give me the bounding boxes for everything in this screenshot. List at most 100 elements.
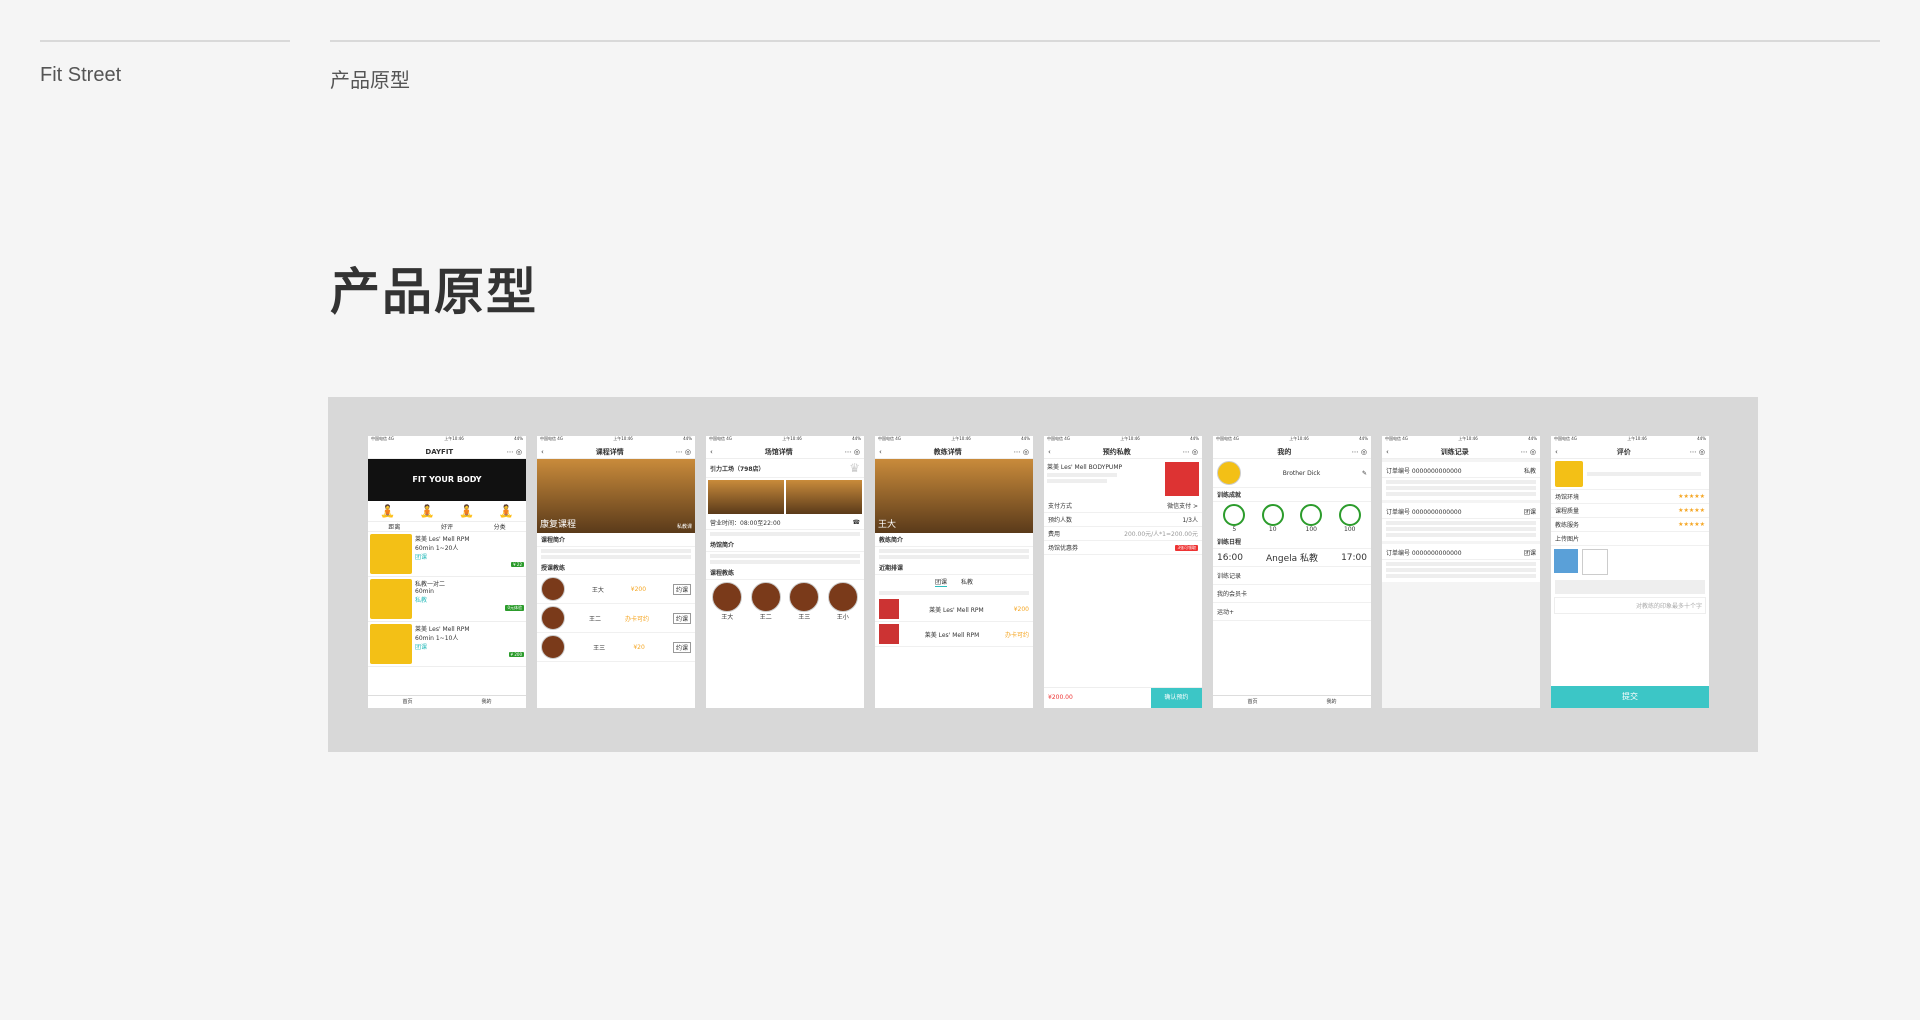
- edit-icon[interactable]: ✎: [1362, 470, 1367, 477]
- back-icon[interactable]: ‹: [1555, 448, 1558, 456]
- banner[interactable]: FIT YOUR BODY: [368, 459, 526, 501]
- phone-icon[interactable]: ☎: [853, 519, 860, 526]
- back-icon[interactable]: ‹: [879, 448, 882, 456]
- checkout-bar: ¥200.00 确认预约: [1044, 687, 1202, 708]
- uploaded-photo[interactable]: [1554, 549, 1578, 573]
- form-row: 费用 200.00元/人*1=200.00元: [1044, 527, 1202, 541]
- form-row[interactable]: 支付方式 微信支付 >: [1044, 499, 1202, 513]
- tab-group[interactable]: 团课: [934, 577, 947, 587]
- tab-category[interactable]: 分类: [473, 522, 526, 531]
- list-item[interactable]: 私教一对二 60min 私教 0元体验: [368, 577, 526, 622]
- back-icon[interactable]: ‹: [710, 448, 713, 456]
- yoga-icon[interactable]: 🧘: [420, 504, 435, 518]
- course-tag: 团课: [415, 644, 428, 651]
- phone-review: 中国电信 4G 上午10:46 44% ‹ 评价 ⋯ ◎ 场馆环境 ★★★★★ 课程质量 ★…: [1551, 436, 1709, 708]
- tab-mine[interactable]: 我的: [1292, 696, 1371, 708]
- nav-title: 我的: [1277, 447, 1292, 456]
- tab-home[interactable]: 首页: [368, 696, 447, 708]
- star-rating[interactable]: ★★★★★: [1678, 507, 1705, 514]
- order-card[interactable]: 订单编号 0000000000000 私教: [1382, 462, 1540, 500]
- book-button[interactable]: 约课: [672, 641, 691, 653]
- list-item[interactable]: 莱美 Les' Mell RPM 60min 1~20人 团课 ¥ 22: [368, 532, 526, 577]
- nav-bar: DAYFIT ⋯ ◎: [368, 445, 526, 459]
- status-bar: 中国电信 4G 上午10:46 44%: [1216, 436, 1368, 441]
- venue-photo[interactable]: [708, 480, 784, 514]
- more-icon[interactable]: ⋯ ◎: [1690, 448, 1705, 456]
- yoga-icon[interactable]: 🧘: [459, 504, 474, 518]
- schedule-item[interactable]: 莱美 Les' Mell RPM 办卡可约: [875, 622, 1033, 647]
- more-icon[interactable]: ⋯ ◎: [1014, 448, 1029, 456]
- tab-rating[interactable]: 好评: [421, 522, 474, 531]
- schedule-item[interactable]: 莱美 Les' Mell RPM ¥200: [875, 597, 1033, 622]
- order-card[interactable]: 订单编号 0000000000000 团课: [1382, 544, 1540, 582]
- confirm-button[interactable]: 确认预约: [1150, 688, 1202, 708]
- more-icon[interactable]: ⋯ ◎: [676, 448, 691, 456]
- venue-photo[interactable]: [786, 480, 862, 514]
- list-item[interactable]: 莱美 Les' Mell RPM 60min 1~10人 团课 ¥ 200: [368, 622, 526, 667]
- text-placeholder: [541, 549, 691, 553]
- submit-button[interactable]: 提交: [1551, 686, 1709, 708]
- course-name: 莱美 Les' Mell RPM: [415, 536, 470, 543]
- phone-home: 中国电信 4G 上午10:46 44% DAYFIT ⋯ ◎ FIT YOUR BOD…: [368, 436, 526, 708]
- rating-row[interactable]: 课程质量 ★★★★★: [1551, 504, 1709, 518]
- back-icon[interactable]: ‹: [1048, 448, 1051, 456]
- coach-row[interactable]: 王三 ¥20 约课: [537, 633, 695, 662]
- hero-name: 王大: [878, 520, 897, 530]
- coach-card[interactable]: 王小: [827, 582, 858, 621]
- yoga-icon[interactable]: 🧘: [499, 504, 514, 518]
- course-name: 莱美 Les' Mell BODYPUMP: [1047, 464, 1123, 471]
- coach-row[interactable]: 王大 ¥200 约课: [537, 575, 695, 604]
- form-row[interactable]: 预约人数 1/3人: [1044, 513, 1202, 527]
- venue-name: 引力工场（798店） ♛: [706, 459, 864, 478]
- add-photo-icon[interactable]: [1582, 549, 1608, 575]
- tab-home[interactable]: 首页: [1213, 696, 1292, 708]
- star-rating[interactable]: ★★★★★: [1678, 493, 1705, 500]
- star-rating[interactable]: ★★★★★: [1678, 521, 1705, 528]
- more-icon[interactable]: ⋯ ◎: [1352, 448, 1367, 456]
- section-coaches: 课程教练: [706, 566, 864, 580]
- section-photos: 上传图片: [1551, 532, 1709, 546]
- nav-title: 教练详情: [933, 447, 962, 456]
- tag-grid[interactable]: [1555, 580, 1705, 594]
- more-icon[interactable]: ⋯ ◎: [507, 448, 522, 456]
- coach-card[interactable]: 王三: [789, 582, 820, 621]
- book-button[interactable]: 约课: [672, 583, 691, 595]
- section-result: 训练成就: [1213, 488, 1371, 502]
- status-bar: 中国电信 4G 上午10:46 44%: [540, 436, 692, 441]
- menu-item[interactable]: 我的会员卡: [1213, 585, 1371, 603]
- yoga-icon[interactable]: 🧘: [380, 504, 395, 518]
- coach-hero: 王大: [875, 459, 1033, 533]
- coach-row[interactable]: 王二 办卡可约 约课: [537, 604, 695, 633]
- more-icon[interactable]: ⋯ ◎: [1183, 448, 1198, 456]
- crown-icon: ♛: [849, 461, 860, 475]
- phone-course-detail: 中国电信 4G 上午10:46 44% ‹ 课程详情 ⋯ ◎ 康复课程 私教课 课程简介…: [537, 436, 695, 708]
- rating-row[interactable]: 场馆环境 ★★★★★: [1551, 490, 1709, 504]
- coach-card[interactable]: 王大: [712, 582, 743, 621]
- course-summary: [1551, 459, 1709, 490]
- section-schedule: 训练日程: [1213, 535, 1371, 549]
- week-strip[interactable]: [879, 591, 1029, 595]
- menu-item[interactable]: 训练记录: [1213, 567, 1371, 585]
- more-icon[interactable]: ⋯ ◎: [1521, 448, 1536, 456]
- comment-input[interactable]: 对教练的印象最多十个字: [1554, 597, 1706, 614]
- profile-card[interactable]: Brother Dick ✎: [1213, 459, 1371, 488]
- order-card[interactable]: 订单编号 0000000000000 团课: [1382, 503, 1540, 541]
- tab-distance[interactable]: 距离: [368, 522, 421, 531]
- tab-mine[interactable]: 我的: [447, 696, 526, 708]
- phone-mine: 中国电信 4G 上午10:46 44% 我的 ⋯ ◎ Brother Dick ✎ 训练…: [1213, 436, 1371, 708]
- back-icon[interactable]: ‹: [1386, 448, 1389, 456]
- rating-row[interactable]: 教练服务 ★★★★★: [1551, 518, 1709, 532]
- prototype-board: 中国电信 4G 上午10:46 44% DAYFIT ⋯ ◎ FIT YOUR BOD…: [328, 397, 1758, 752]
- schedule-card[interactable]: 16:00 Angela 私教 17:00: [1213, 549, 1371, 567]
- menu-item[interactable]: 运动+: [1213, 603, 1371, 621]
- venue-photos: [706, 478, 864, 516]
- course-info: 60min 1~10人: [415, 635, 459, 642]
- book-button[interactable]: 约课: [672, 612, 691, 624]
- more-icon[interactable]: ⋯ ◎: [845, 448, 860, 456]
- form-row[interactable]: 场馆优惠券 3张可领取: [1044, 541, 1202, 555]
- back-icon[interactable]: ‹: [541, 448, 544, 456]
- tab-private[interactable]: 私教: [961, 577, 973, 587]
- nav-title: 课程详情: [595, 447, 624, 456]
- course-photo: [1165, 462, 1199, 496]
- coach-card[interactable]: 王二: [750, 582, 781, 621]
